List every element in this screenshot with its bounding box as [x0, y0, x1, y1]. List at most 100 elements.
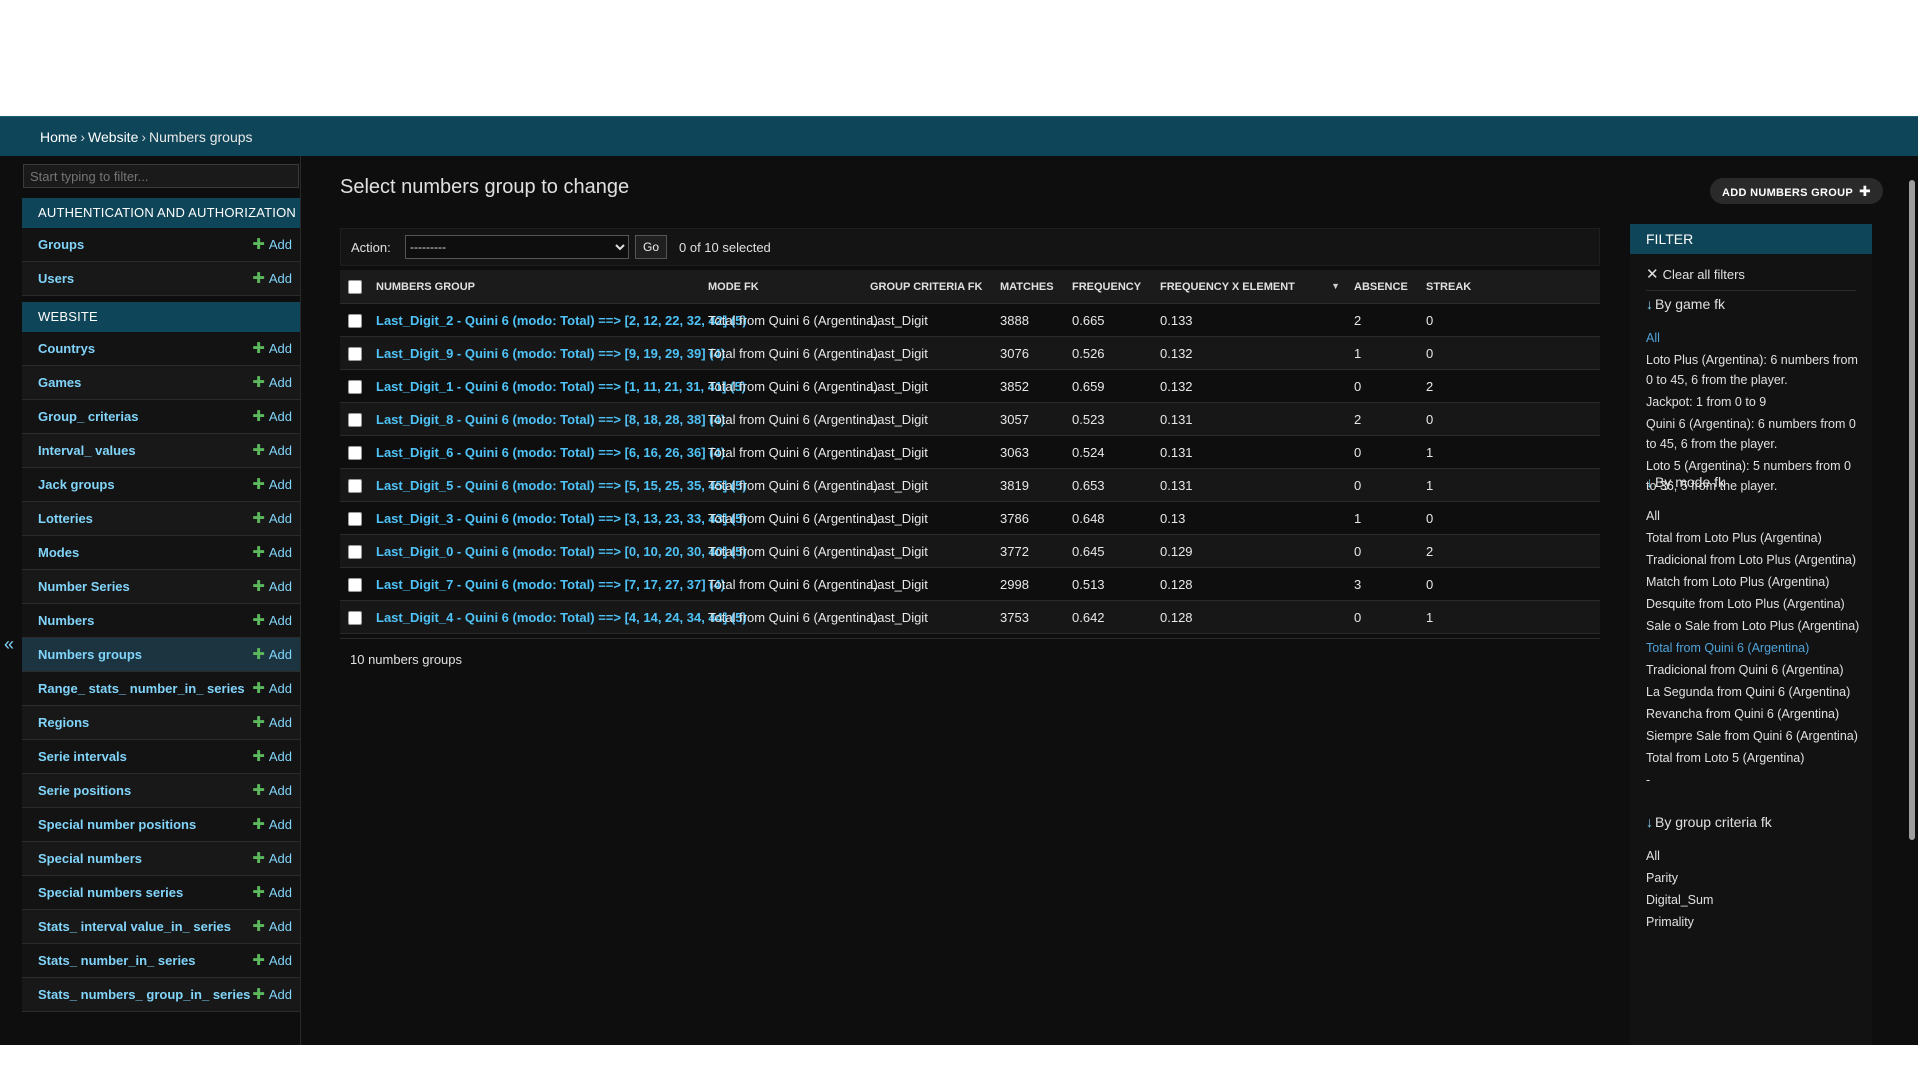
sidebar-add-link[interactable]: ✚ Add — [252, 740, 292, 773]
numbers-group-link[interactable]: Last_Digit_6 - Quini 6 (modo: Total) ==>… — [376, 445, 725, 460]
filter-option[interactable]: Sale o Sale from Loto Plus (Argentina) — [1646, 616, 1862, 636]
filter-option[interactable]: Parity — [1646, 868, 1862, 888]
filter-option[interactable]: Loto Plus (Argentina): 6 numbers from 0 … — [1646, 350, 1862, 390]
double-chevron-left-icon[interactable]: « — [4, 634, 14, 655]
column-header[interactable]: NUMBERS GROUP — [368, 270, 700, 304]
numbers-group-link[interactable]: Last_Digit_4 - Quini 6 (modo: Total) ==>… — [376, 610, 747, 625]
sidebar-item-label[interactable]: Numbers groups — [38, 647, 142, 662]
sidebar-item-label[interactable]: Interval_ values — [38, 443, 136, 458]
sidebar-toggle[interactable]: « — [0, 156, 22, 1045]
sidebar-item-label[interactable]: Special numbers series — [38, 885, 183, 900]
numbers-group-link[interactable]: Last_Digit_8 - Quini 6 (modo: Total) ==>… — [376, 412, 725, 427]
sidebar-item-label[interactable]: Number Series — [38, 579, 130, 594]
sidebar-add-link[interactable]: ✚ Add — [252, 502, 292, 535]
sidebar-item-label[interactable]: Stats_ interval value_in_ series — [38, 919, 231, 934]
sidebar-add-link[interactable]: ✚ Add — [252, 944, 292, 977]
sidebar-item-label[interactable]: Stats_ numbers_ group_in_ series — [38, 987, 250, 1002]
sidebar-add-link[interactable]: ✚ Add — [252, 706, 292, 739]
filter-option[interactable]: Jackpot: 1 from 0 to 9 — [1646, 392, 1862, 412]
row-checkbox[interactable] — [348, 412, 362, 427]
row-checkbox[interactable] — [348, 379, 362, 394]
sidebar-item-label[interactable]: Modes — [38, 545, 79, 560]
breadcrumb-website[interactable]: Website — [88, 129, 138, 145]
sidebar-add-link[interactable]: ✚ Add — [252, 842, 292, 875]
filter-option[interactable]: Tradicional from Quini 6 (Argentina) — [1646, 660, 1862, 680]
filter-option[interactable]: La Segunda from Quini 6 (Argentina) — [1646, 682, 1862, 702]
filter-option[interactable]: Total from Loto 5 (Argentina) — [1646, 748, 1862, 768]
sidebar-add-link[interactable]: ✚ Add — [252, 332, 292, 365]
row-checkbox[interactable] — [348, 544, 362, 559]
row-checkbox[interactable] — [348, 445, 362, 460]
sidebar-add-link[interactable]: ✚ Add — [252, 434, 292, 467]
sidebar-item-label[interactable]: Special numbers — [38, 851, 142, 866]
column-header[interactable]: GROUP CRITERIA FK — [862, 270, 992, 304]
sidebar-add-link[interactable]: ✚ Add — [252, 570, 292, 603]
sidebar-item-label[interactable]: Range_ stats_ number_in_ series — [38, 681, 245, 696]
column-header[interactable]: ABSENCE — [1346, 270, 1418, 304]
sidebar-item-label[interactable]: Games — [38, 375, 81, 390]
column-header[interactable]: STREAK — [1418, 270, 1600, 304]
sidebar-item-label[interactable]: Group_ criterias — [38, 409, 138, 424]
sidebar-item-label[interactable]: Jack groups — [38, 477, 115, 492]
go-button[interactable]: Go — [635, 235, 667, 259]
sidebar-add-link[interactable]: ✚ Add — [252, 536, 292, 569]
numbers-group-link[interactable]: Last_Digit_7 - Quini 6 (modo: Total) ==>… — [376, 577, 725, 592]
filter-option[interactable]: Primality — [1646, 912, 1862, 932]
row-checkbox[interactable] — [348, 313, 362, 328]
sidebar-add-link[interactable]: ✚ Add — [252, 400, 292, 433]
sidebar-add-link[interactable]: ✚ Add — [252, 366, 292, 399]
sidebar-item-label[interactable]: Serie intervals — [38, 749, 127, 764]
sidebar-filter-input[interactable] — [23, 164, 299, 188]
filter-option[interactable]: All — [1646, 506, 1862, 526]
caret-down-icon[interactable]: ▼ — [1331, 281, 1340, 291]
filter-option[interactable]: Total from Quini 6 (Argentina) — [1646, 638, 1862, 658]
row-checkbox[interactable] — [348, 610, 362, 625]
filter-option[interactable]: Desquite from Loto Plus (Argentina) — [1646, 594, 1862, 614]
filter-option[interactable]: All — [1646, 328, 1862, 348]
column-header[interactable]: MATCHES — [992, 270, 1064, 304]
sidebar-item-label[interactable]: Groups — [38, 237, 84, 252]
sidebar-add-link[interactable]: ✚ Add — [252, 638, 292, 671]
filter-option[interactable]: Tradicional from Loto Plus (Argentina) — [1646, 550, 1862, 570]
clear-filters-link[interactable]: ✕ Clear all filters — [1646, 260, 1856, 291]
filter-option[interactable]: All — [1646, 846, 1862, 866]
numbers-group-link[interactable]: Last_Digit_5 - Quini 6 (modo: Total) ==>… — [376, 478, 747, 493]
sidebar-item-label[interactable]: Countrys — [38, 341, 95, 356]
add-numbers-group-button[interactable]: ADD NUMBERS GROUP ✚ — [1710, 178, 1884, 204]
filter-option[interactable]: - — [1646, 770, 1862, 790]
sidebar-add-link[interactable]: ✚ Add — [252, 262, 292, 295]
row-checkbox[interactable] — [348, 511, 362, 526]
sidebar-add-link[interactable]: ✚ Add — [252, 604, 292, 637]
row-checkbox[interactable] — [348, 478, 362, 493]
scrollbar-thumb[interactable] — [1909, 180, 1915, 840]
numbers-group-link[interactable]: Last_Digit_3 - Quini 6 (modo: Total) ==>… — [376, 511, 747, 526]
action-select[interactable]: --------- — [405, 235, 629, 259]
sidebar-add-link[interactable]: ✚ Add — [252, 876, 292, 909]
column-header[interactable]: MODE FK — [700, 270, 862, 304]
sidebar-add-link[interactable]: ✚ Add — [252, 774, 292, 807]
scrollbar[interactable] — [1908, 156, 1916, 1045]
column-header[interactable]: FREQUENCY — [1064, 270, 1152, 304]
row-checkbox[interactable] — [348, 346, 362, 361]
sidebar-add-link[interactable]: ✚ Add — [252, 672, 292, 705]
sidebar-add-link[interactable]: ✚ Add — [252, 808, 292, 841]
sidebar-item-label[interactable]: Serie positions — [38, 783, 131, 798]
select-all-checkbox[interactable] — [348, 279, 362, 294]
sidebar-add-link[interactable]: ✚ Add — [252, 468, 292, 501]
sidebar-item-label[interactable]: Stats_ number_in_ series — [38, 953, 196, 968]
filter-option[interactable]: Revancha from Quini 6 (Argentina) — [1646, 704, 1862, 724]
filter-option[interactable]: Total from Loto Plus (Argentina) — [1646, 528, 1862, 548]
filter-option[interactable]: Siempre Sale from Quini 6 (Argentina) — [1646, 726, 1862, 746]
numbers-group-link[interactable]: Last_Digit_0 - Quini 6 (modo: Total) ==>… — [376, 544, 747, 559]
filter-option[interactable]: Match from Loto Plus (Argentina) — [1646, 572, 1862, 592]
breadcrumb-home[interactable]: Home — [40, 129, 77, 145]
sidebar-item-label[interactable]: Numbers — [38, 613, 94, 628]
sidebar-item-label[interactable]: Users — [38, 271, 74, 286]
numbers-group-link[interactable]: Last_Digit_1 - Quini 6 (modo: Total) ==>… — [376, 379, 746, 394]
filter-option[interactable]: Digital_Sum — [1646, 890, 1862, 910]
sidebar-item-label[interactable]: Special number positions — [38, 817, 196, 832]
sidebar-add-link[interactable]: ✚ Add — [252, 978, 292, 1011]
sidebar-item-label[interactable]: Regions — [38, 715, 89, 730]
sidebar-item-label[interactable]: Lotteries — [38, 511, 93, 526]
sidebar-add-link[interactable]: ✚ Add — [252, 228, 292, 261]
